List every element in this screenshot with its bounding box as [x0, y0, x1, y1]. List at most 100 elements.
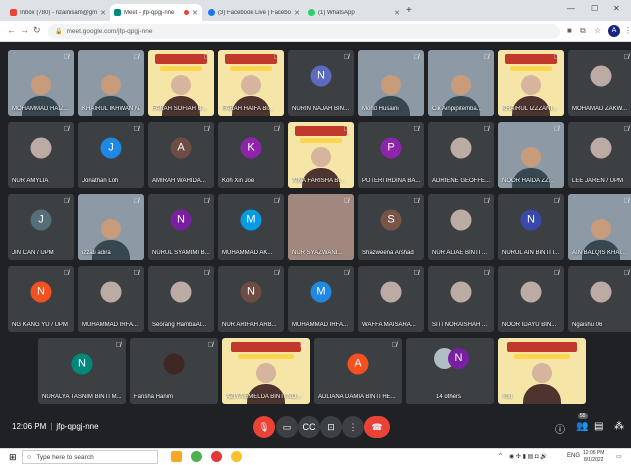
- file-explorer-icon[interactable]: [171, 451, 182, 462]
- participant-tile[interactable]: 🎙̸ Mohd Husaini: [358, 50, 424, 116]
- bookmark-star-icon[interactable]: ☆: [594, 26, 601, 35]
- avatar-initial: N: [30, 281, 52, 303]
- participant-name: NURALYA TASNIM BINTI M...: [42, 394, 122, 400]
- participant-tile[interactable]: S 🎙̸ Shazweena Arshad: [358, 194, 424, 260]
- participant-tile[interactable]: 🎙̸ Farisha Hanim: [130, 338, 218, 404]
- browser-tab-bar: Inbox (780) - nzainisam@gmail... ✕ Meet …: [0, 0, 631, 21]
- participant-name: Koh Xin Joe: [222, 178, 255, 184]
- participant-tile[interactable]: K 🎙̸ Koh Xin Joe: [218, 122, 284, 188]
- participant-tile[interactable]: 🎙̸ ADRIENE GEOFFE...: [428, 122, 494, 188]
- tray-apps-icon[interactable]: ◉ ✣ ▮ ▤ ◘ 🔊: [509, 453, 548, 460]
- profile-avatar[interactable]: A: [608, 25, 620, 37]
- participant-tile[interactable]: P 🎙̸ PUTERI IRDINA BA...: [358, 122, 424, 188]
- close-tab-icon[interactable]: ✕: [100, 9, 106, 17]
- participant-tile[interactable]: 🎙̸ AIN BALQIS KHAI...: [568, 194, 631, 260]
- participant-tile[interactable]: 🎙̸ Seorang HambaAl...: [148, 266, 214, 332]
- new-tab-button[interactable]: +: [406, 5, 412, 16]
- participant-tile[interactable]: 🎙̸ MUHAMMAD IRFA...: [78, 266, 144, 332]
- activities-icon[interactable]: ⁂: [614, 421, 624, 432]
- participant-tile[interactable]: J 🎙̸ JIN CAN / UPM: [8, 194, 74, 260]
- participant-tile[interactable]: N 🎙̸ NURUL SYAMIMI B...: [148, 194, 214, 260]
- close-window-icon[interactable]: ✕: [613, 4, 620, 13]
- close-tab-icon[interactable]: ✕: [192, 9, 198, 17]
- camera-in-use-icon[interactable]: ■: [567, 26, 572, 35]
- url-field[interactable]: 🔒 meet.google.com/jfp-qpgj-nne: [48, 24, 560, 39]
- participant-tile[interactable]: N 🎙̸ NUR ARIFAH ARB...: [218, 266, 284, 332]
- mic-muted-icon: 🎙̸: [133, 198, 139, 205]
- notifications-icon[interactable]: ▭: [616, 453, 622, 460]
- others-tile[interactable]: N 14 others: [406, 338, 494, 404]
- participant-tile[interactable]: 🎙̸ KHAIRUL IZZZANI...: [498, 50, 564, 116]
- tab-gmail[interactable]: Inbox (780) - nzainisam@gmail... ✕: [6, 4, 110, 21]
- maximize-icon[interactable]: ☐: [591, 4, 598, 13]
- participant-name: SITI NORAISHAH ...: [432, 322, 488, 328]
- profile-photo: [380, 281, 402, 303]
- participant-tile[interactable]: N 🎙̸ NG KANG YU / UPM: [8, 266, 74, 332]
- language-indicator[interactable]: ENG: [567, 453, 580, 459]
- profile-photo: [450, 281, 472, 303]
- participant-tile[interactable]: 🎙̸ FARAH SOFIAH B...: [148, 50, 214, 116]
- participant-tile[interactable]: 🎙̸ LEE JAREN / UPM: [568, 122, 631, 188]
- tab-whatsapp[interactable]: (1) WhatsApp ✕: [304, 4, 404, 21]
- participant-tile[interactable]: 🎙̸ FARAH HAIFA Bi...: [218, 50, 284, 116]
- participant-tile[interactable]: You: [498, 338, 586, 404]
- participant-tile[interactable]: 🎙̸ NOOR HAIDA ZZ...: [498, 122, 564, 188]
- reload-icon[interactable]: ↻: [33, 25, 41, 36]
- meeting-details-icon[interactable]: ⓘ: [555, 421, 565, 436]
- chrome-icon[interactable]: [191, 451, 202, 462]
- menu-dots-icon[interactable]: ⋮: [624, 26, 631, 35]
- windows-start-icon[interactable]: ⊞: [9, 452, 17, 463]
- participant-tile[interactable]: 🎙̸ SITI NORAISHAH ...: [428, 266, 494, 332]
- participant-tile[interactable]: J 🎙̸ Jonathan Loh: [78, 122, 144, 188]
- profile-photo: [590, 65, 612, 87]
- share-icon[interactable]: ⧉: [580, 26, 586, 36]
- participant-tile[interactable]: M 🎙̸ MUHAMMAD IRFA...: [288, 266, 354, 332]
- participant-tile[interactable]: N 🎙̸ NURIN NAJAH BIN...: [288, 50, 354, 116]
- tray-chevron-icon[interactable]: ^: [499, 453, 502, 459]
- participant-tile[interactable]: A 🎙̸ AMIRAH WAHIDA...: [148, 122, 214, 188]
- participant-tile[interactable]: 🎙̸ NOOR IDAYU BIN...: [498, 266, 564, 332]
- tab-meet[interactable]: Meet - jfp-qpgj-nne ✕: [110, 4, 202, 21]
- tab-facebook[interactable]: (3) Facebook Live | Facebook ✕: [204, 4, 304, 21]
- forward-icon[interactable]: →: [20, 25, 29, 35]
- participant-tile[interactable]: 🎙̸ NUR ALIAE BINTI ...: [428, 194, 494, 260]
- participant-tile[interactable]: N 🎙̸ NURUL AIN BINTI I...: [498, 194, 564, 260]
- participant-tile[interactable]: 🎙̸ MOHAMAD ZAKW...: [568, 50, 631, 116]
- participant-tile[interactable]: 🎙̸ KHAIRUL IKHWAN NAGUIB...: [78, 50, 144, 116]
- participant-tile[interactable]: N 🎙̸ NURALYA TASNIM BINTI M...: [38, 338, 126, 404]
- participant-tile[interactable]: 🎙̸ WAFFA MAISARA...: [358, 266, 424, 332]
- participant-tile[interactable]: 🎙̸ NUR AMYLIA: [8, 122, 74, 188]
- chrome-profile-2-icon[interactable]: [231, 451, 242, 462]
- participant-tile[interactable]: 🎙̸ AINA FARISHA BI...: [288, 122, 354, 188]
- participant-tile[interactable]: 🎙̸ izzati adira: [78, 194, 144, 260]
- participant-tile[interactable]: 🎙̸ Cik Ainpipitemba...: [428, 50, 494, 116]
- mic-off-button[interactable]: 🎙: [253, 416, 275, 438]
- participant-name: Cik Ainpipitemba...: [432, 106, 482, 112]
- chat-icon[interactable]: ▤: [594, 421, 603, 432]
- taskbar-search-input[interactable]: ○ Type here to search: [22, 450, 158, 464]
- event-banner-subtitle: [513, 354, 571, 359]
- avatar-initial: J: [100, 137, 122, 159]
- camera-button[interactable]: ▭: [276, 416, 298, 438]
- mic-muted-icon: 🎙̸: [483, 54, 489, 61]
- captions-button[interactable]: CC: [298, 416, 320, 438]
- chrome-profile-icon[interactable]: [211, 451, 222, 462]
- participant-tile[interactable]: 🎙̸ MOHAMMAD HAIZ...: [8, 50, 74, 116]
- participant-tile[interactable]: A 🎙̸ ADLIANA DAMIA BINTI HE...: [314, 338, 402, 404]
- participant-tile[interactable]: 🎙̸ AZIYA EMELDA BINTI NO...: [222, 338, 310, 404]
- leave-call-button[interactable]: ☎: [364, 416, 390, 438]
- people-icon[interactable]: 👥: [576, 421, 588, 432]
- more-options-button[interactable]: ⋮: [342, 416, 364, 438]
- participant-tile[interactable]: 🎙̸ Ngaishu 06: [568, 266, 631, 332]
- lock-icon: 🔒: [55, 29, 63, 35]
- minimize-icon[interactable]: —: [567, 4, 575, 13]
- close-tab-icon[interactable]: ✕: [394, 9, 400, 17]
- present-button[interactable]: ⊡: [320, 416, 342, 438]
- close-tab-icon[interactable]: ✕: [294, 9, 300, 17]
- back-icon[interactable]: ←: [7, 25, 16, 35]
- participant-tile[interactable]: 🎙̸ NUR SYAZWANI...: [288, 194, 354, 260]
- taskbar-clock[interactable]: 12:06 PM 8/1/2022: [583, 450, 604, 464]
- participant-name: ADRIENE GEOFFE...: [432, 178, 490, 184]
- participant-tile[interactable]: M 🎙̸ MUHAMMAD AK...: [218, 194, 284, 260]
- participant-name: NG KANG YU / UPM: [12, 322, 68, 328]
